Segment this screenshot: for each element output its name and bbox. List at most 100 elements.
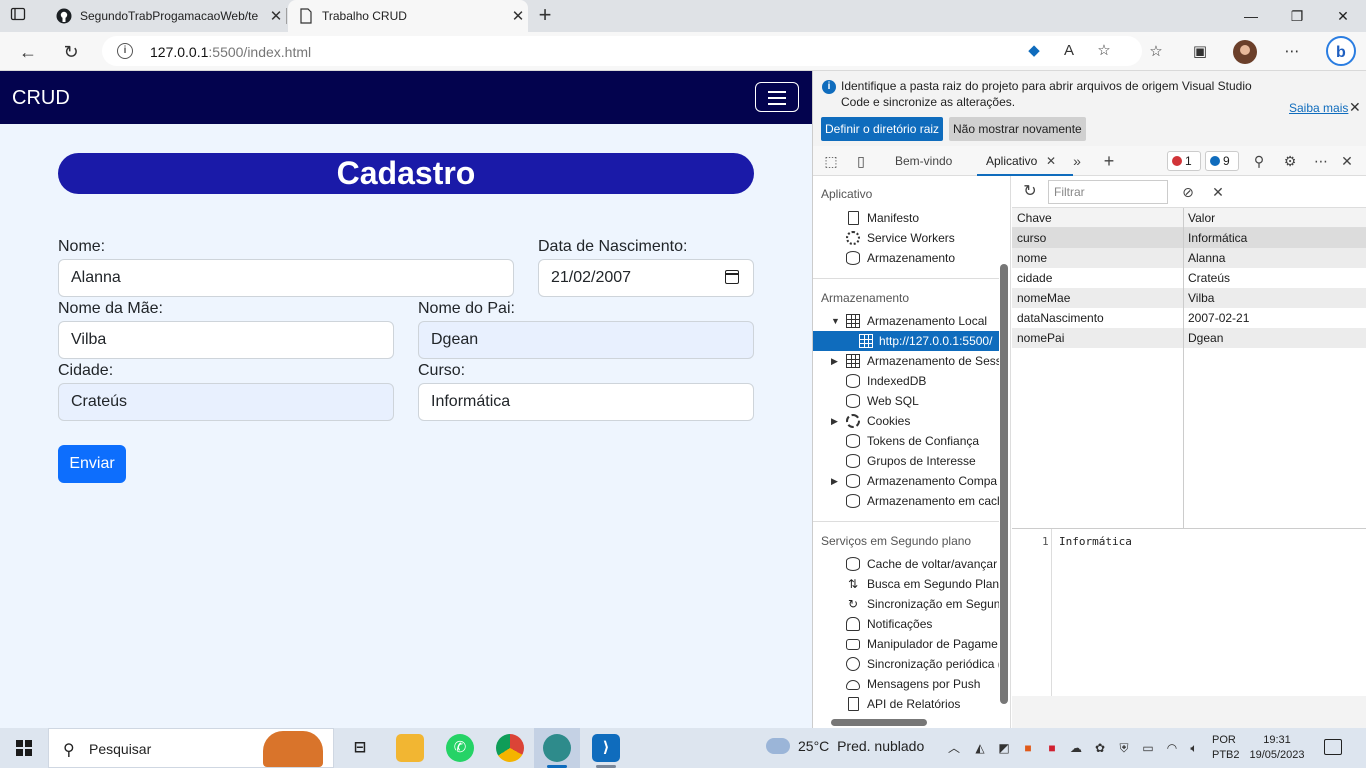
tab-welcome[interactable]: Bem-vindo: [895, 154, 952, 168]
volume-icon[interactable]: 🔈︎: [1186, 740, 1202, 756]
bing-chat-icon[interactable]: b: [1326, 36, 1356, 66]
table-row[interactable]: dataNascimento 2007-02-21: [1012, 308, 1366, 328]
sidebar-item-payment-handler[interactable]: Manipulador de Pagame: [813, 634, 999, 654]
sidebar-item-trust-tokens[interactable]: Tokens de Confiança: [813, 431, 999, 451]
sidebar-item-interest-groups[interactable]: Grupos de Interesse: [813, 451, 999, 471]
tag-icon[interactable]: ◆: [1022, 39, 1046, 63]
dont-show-again-button[interactable]: Não mostrar novamente: [949, 117, 1086, 141]
expand-right-icon[interactable]: ▶: [831, 471, 838, 491]
sidebar-item-shared-storage[interactable]: ▶ Armazenamento Compa: [813, 471, 999, 491]
device-emulation-icon[interactable]: ▯: [851, 151, 871, 171]
message-count-badge[interactable]: 9: [1205, 151, 1239, 171]
add-favorite-icon[interactable]: ☆: [1092, 39, 1116, 63]
whatsapp-icon[interactable]: ✆: [446, 734, 474, 762]
sidebar-item-storage[interactable]: Armazenamento: [813, 248, 999, 268]
security-icon[interactable]: ⛨: [1116, 740, 1132, 756]
clock[interactable]: 19:31 19/05/2023: [1248, 733, 1306, 763]
file-explorer-icon[interactable]: [396, 734, 424, 762]
set-root-button[interactable]: Definir o diretório raiz: [821, 117, 944, 141]
clear-all-icon[interactable]: ⊘: [1178, 182, 1198, 202]
more-options-icon[interactable]: ⋯: [1311, 151, 1331, 171]
sidebar-item-notifications[interactable]: Notificações: [813, 614, 999, 634]
sidebar-item-websql[interactable]: Web SQL: [813, 391, 999, 411]
nome-input[interactable]: Alanna: [58, 259, 514, 297]
menu-toggle-icon[interactable]: [755, 82, 799, 112]
app-tray-icon[interactable]: ◩: [996, 740, 1012, 756]
error-count-badge[interactable]: 1: [1167, 151, 1201, 171]
table-row[interactable]: nomeMae Vilba: [1012, 288, 1366, 308]
edge-browser-icon[interactable]: [543, 734, 571, 762]
column-divider[interactable]: [1183, 208, 1184, 528]
sidebar-scrollbar[interactable]: [1000, 264, 1008, 704]
tab-actions-icon[interactable]: [10, 6, 36, 26]
close-window-icon[interactable]: ✕: [1320, 0, 1366, 32]
windows-start-icon[interactable]: [16, 740, 32, 756]
cidade-input[interactable]: Crateús: [58, 383, 394, 421]
app-tray-icon[interactable]: ■: [1044, 740, 1060, 756]
refresh-icon[interactable]: ↻: [58, 39, 84, 65]
mae-input[interactable]: Vilba: [58, 321, 394, 359]
app-tray-icon[interactable]: ◭: [972, 740, 988, 756]
table-row[interactable]: nomePai Dgean: [1012, 328, 1366, 348]
sidebar-item-periodic-sync[interactable]: Sincronização periódica (: [813, 654, 999, 674]
collections-icon[interactable]: ▣: [1188, 40, 1212, 64]
tab-trabalho-crud[interactable]: Trabalho CRUD ✕: [288, 0, 528, 32]
language-indicator[interactable]: POR PTB2: [1212, 733, 1240, 763]
task-view-icon[interactable]: ⊟: [346, 734, 374, 762]
site-info-icon[interactable]: i: [117, 43, 133, 59]
nascimento-date-input[interactable]: 21/02/2007: [538, 259, 754, 297]
sidebar-item-local-storage[interactable]: ▼ Armazenamento Local: [813, 311, 999, 331]
submit-button[interactable]: Enviar: [58, 445, 126, 483]
column-value[interactable]: Valor: [1188, 208, 1215, 228]
column-key[interactable]: Chave: [1017, 208, 1052, 228]
sidebar-item-service-workers[interactable]: Service Workers: [813, 228, 999, 248]
notifications-icon[interactable]: [1324, 739, 1342, 755]
filter-input[interactable]: Filtrar: [1048, 180, 1168, 204]
close-tab-icon[interactable]: ✕: [508, 7, 528, 25]
profile-avatar-icon[interactable]: [1233, 40, 1257, 64]
close-infobar-icon[interactable]: ✕: [1349, 99, 1361, 116]
close-tab-icon[interactable]: ✕: [266, 7, 286, 25]
curso-input[interactable]: Informática: [418, 383, 754, 421]
sidebar-item-cache-storage[interactable]: Armazenamento em cacl: [813, 491, 999, 511]
restore-icon[interactable]: ❐: [1274, 0, 1320, 32]
new-tab-icon[interactable]: +: [534, 4, 556, 28]
sidebar-item-reporting-api[interactable]: API de Relatórios: [813, 694, 999, 714]
close-devtools-icon[interactable]: ✕: [1337, 151, 1357, 171]
read-aloud-icon[interactable]: A: [1057, 39, 1081, 63]
more-tabs-icon[interactable]: »: [1067, 151, 1087, 171]
chrome-icon[interactable]: [496, 734, 524, 762]
battery-icon[interactable]: ▭: [1140, 740, 1156, 756]
sidebar-item-background-fetch[interactable]: ⇅ Busca em Segundo Planc: [813, 574, 999, 594]
sidebar-item-indexeddb[interactable]: IndexedDB: [813, 371, 999, 391]
taskbar-search[interactable]: ⚲ Pesquisar: [48, 728, 334, 768]
onedrive-offline-icon[interactable]: ☁: [1068, 740, 1084, 756]
expand-down-icon[interactable]: ▼: [831, 311, 840, 331]
wifi-icon[interactable]: ◠: [1164, 740, 1180, 756]
sidebar-item-session-storage[interactable]: ▶ Armazenamento de Sess: [813, 351, 999, 371]
navbar-brand[interactable]: CRUD: [12, 87, 70, 110]
expand-right-icon[interactable]: ▶: [831, 351, 838, 371]
tab-application[interactable]: Aplicativo: [986, 154, 1037, 168]
add-tab-icon[interactable]: +: [1099, 151, 1119, 171]
table-row[interactable]: curso Informática: [1012, 228, 1366, 248]
sidebar-item-bfcache[interactable]: Cache de voltar/avançar: [813, 554, 999, 574]
settings-gear-icon[interactable]: ⚙: [1280, 151, 1300, 171]
weather-widget[interactable]: 25°C Pred. nublado: [766, 738, 924, 754]
network-icon[interactable]: ⚲: [1249, 151, 1269, 171]
inspect-icon[interactable]: ⬚: [821, 151, 841, 171]
delete-selected-icon[interactable]: ✕: [1208, 182, 1228, 202]
pai-input[interactable]: Dgean: [418, 321, 754, 359]
sidebar-item-manifest[interactable]: Manifesto: [813, 208, 999, 228]
expand-right-icon[interactable]: ▶: [831, 411, 838, 431]
refresh-icon[interactable]: ↻: [1020, 182, 1040, 202]
minimize-icon[interactable]: —: [1228, 0, 1274, 32]
sidebar-item-cookies[interactable]: ▶ Cookies: [813, 411, 999, 431]
chevron-up-icon[interactable]: ︿: [946, 740, 962, 756]
table-row[interactable]: cidade Crateús: [1012, 268, 1366, 288]
learn-more-link[interactable]: Saiba mais: [1289, 101, 1348, 115]
app-tray-icon[interactable]: ✿: [1092, 740, 1108, 756]
sidebar-horizontal-scrollbar[interactable]: [831, 719, 927, 726]
table-row[interactable]: nome Alanna: [1012, 248, 1366, 268]
favorites-icon[interactable]: ☆: [1144, 40, 1168, 64]
